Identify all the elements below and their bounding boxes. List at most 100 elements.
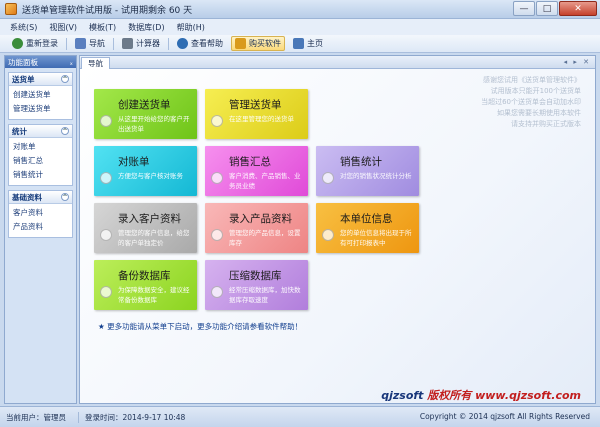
home-button[interactable]: 主页 xyxy=(289,36,327,51)
sidebar-item-customers[interactable]: 客户资料 xyxy=(13,206,68,220)
tile-desc: 从这里开始给您的客户开出送货单 xyxy=(118,115,190,133)
minimize-button[interactable]: — xyxy=(513,1,535,16)
trial-hint-line: 请支持并购买正式版本 xyxy=(511,120,581,128)
tile-title: 对账单 xyxy=(118,156,150,168)
tile-desc: 您的单位信息将出现于所有可打印报表中 xyxy=(340,229,412,247)
toolbar-separator xyxy=(66,37,67,50)
menu-database[interactable]: 数据库(D) xyxy=(128,22,164,33)
tile-backup-db[interactable]: 备份数据库 为保障数据安全，建议经常备份数据库 xyxy=(94,260,197,310)
group-delivery: 送货单 ^ 创建送货单 管理送货单 xyxy=(8,72,73,120)
toolbar-separator xyxy=(168,37,169,50)
relogin-button[interactable]: 重新登录 xyxy=(8,36,62,51)
group-basic-data-title: 基础资料 xyxy=(12,192,42,202)
menu-help[interactable]: 帮助(H) xyxy=(177,22,205,33)
window-title: 送货单管理软件试用版 - 试用期剩余 60 天 xyxy=(22,5,193,16)
tile-desc: 对您的销售状况统计分析 xyxy=(340,172,412,180)
trial-hint-line: 如果您需要长期使用本软件 xyxy=(497,109,581,117)
login-time: 登录时间：2014-9-17 10:48 xyxy=(78,411,218,423)
collapse-icon[interactable]: ^ xyxy=(61,75,69,83)
tile-desc: 在这里管理您的送货单 xyxy=(229,115,294,123)
maximize-button[interactable]: □ xyxy=(536,1,558,16)
group-delivery-header[interactable]: 送货单 ^ xyxy=(9,73,72,86)
tab-navigation[interactable]: 导航 xyxy=(81,57,110,69)
collapse-icon[interactable]: ^ xyxy=(61,193,69,201)
tile-desc: 管理您的产品信息，设置库存 xyxy=(229,229,301,247)
chart-icon xyxy=(322,172,334,184)
brand-watermark: qjzsoft 版权所有 www.qjzsoft.com xyxy=(381,387,581,403)
function-panel-header: 功能面板 ₓ xyxy=(5,56,76,68)
document-icon xyxy=(211,115,223,127)
group-statistics: 统计 ^ 对账单 销售汇总 销售统计 xyxy=(8,124,73,186)
menu-system[interactable]: 系统(S) xyxy=(10,22,37,33)
function-panel: 功能面板 ₓ 送货单 ^ 创建送货单 管理送货单 统计 ^ 对账单 销售汇总 销… xyxy=(4,55,77,404)
tab-scroll-icons[interactable]: ◂ ▸ ✕ xyxy=(564,58,591,66)
tile-product-data[interactable]: 录入产品资料 管理您的产品信息，设置库存 xyxy=(205,203,308,253)
tile-customer-data[interactable]: 录入客户资料 管理您的客户信息，给您的客户单独定价 xyxy=(94,203,197,253)
chart-icon xyxy=(211,172,223,184)
tile-desc: 为保障数据安全，建议经常备份数据库 xyxy=(118,286,190,304)
nav-label: 导航 xyxy=(89,39,105,48)
status-bar: 当前用户：管理员 登录时间：2014-9-17 10:48 Copyright … xyxy=(0,406,600,427)
copyright: Copyright © 2014 qjzsoft All Rights Rese… xyxy=(419,412,590,421)
group-statistics-header[interactable]: 统计 ^ xyxy=(9,125,72,138)
close-button[interactable]: ✕ xyxy=(559,1,597,16)
toolbar-separator xyxy=(113,37,114,50)
help-label: 查看帮助 xyxy=(191,39,223,48)
menu-bar: 系统(S) 视图(V) 模板(T) 数据库(D) 帮助(H) xyxy=(0,19,600,35)
tile-title: 压缩数据库 xyxy=(229,270,282,282)
group-basic-data-header[interactable]: 基础资料 ^ xyxy=(9,191,72,204)
pin-icon[interactable]: ₓ xyxy=(70,58,73,67)
tile-desc: 经常压缩数据库，加快数据库存取速度 xyxy=(229,286,301,304)
calculator-icon xyxy=(122,38,133,49)
tile-desc: 管理您的客户信息，给您的客户单独定价 xyxy=(118,229,190,247)
help-button[interactable]: 查看帮助 xyxy=(173,36,227,51)
backup-icon xyxy=(100,286,112,298)
window-controls: — □ ✕ xyxy=(513,1,597,16)
tile-desc: 方便您与客户核对账务 xyxy=(118,172,183,180)
menu-view[interactable]: 视图(V) xyxy=(49,22,77,33)
trial-hint-line: 试用版本只能开100个送货单 xyxy=(490,87,581,95)
calculator-button[interactable]: 计算器 xyxy=(118,36,164,51)
tile-sales-summary[interactable]: 销售汇总 客户消费、产品销售、业务员业绩 xyxy=(205,146,308,196)
tile-manage-delivery[interactable]: 管理送货单 在这里管理您的送货单 xyxy=(205,89,308,139)
buy-button[interactable]: 购买软件 xyxy=(231,36,285,51)
more-features-note: ★ 更多功能请从菜单下启动，更多功能介绍请参看软件帮助！ xyxy=(98,322,303,331)
tile-title: 管理送货单 xyxy=(229,99,282,111)
tile-statement[interactable]: 对账单 方便您与客户核对账务 xyxy=(94,146,197,196)
trial-hint-line: 当超过60个送货单会自动加水印 xyxy=(481,98,581,106)
tile-title: 创建送货单 xyxy=(118,99,171,111)
nav-button[interactable]: 导航 xyxy=(71,36,109,51)
product-icon xyxy=(211,229,223,241)
toolbar: 重新登录 导航 计算器 查看帮助 购买软件 主页 xyxy=(0,35,600,53)
brand-text: 版权所有 www.qjzsoft.com xyxy=(423,389,581,402)
nav-icon xyxy=(75,38,86,49)
buy-icon xyxy=(235,38,246,49)
main-area: 导航 ◂ ▸ ✕ 感谢您试用《送货单管理软件》 试用版本只能开100个送货单 当… xyxy=(79,55,596,404)
tile-create-delivery[interactable]: 创建送货单 从这里开始给您的客户开出送货单 xyxy=(94,89,197,139)
menu-template[interactable]: 模板(T) xyxy=(89,22,116,33)
trial-hint: 感谢您试用《送货单管理软件》 试用版本只能开100个送货单 当超过60个送货单会… xyxy=(421,75,581,130)
app-icon xyxy=(5,3,17,15)
calculator-label: 计算器 xyxy=(136,39,160,48)
sidebar-item-statement[interactable]: 对账单 xyxy=(13,140,68,154)
collapse-icon[interactable]: ^ xyxy=(61,127,69,135)
sidebar-item-manage-delivery[interactable]: 管理送货单 xyxy=(13,102,68,116)
tile-company-info[interactable]: 本单位信息 您的单位信息将出现于所有可打印报表中 xyxy=(316,203,419,253)
sidebar-item-create-delivery[interactable]: 创建送货单 xyxy=(13,88,68,102)
sidebar-item-sales-stats[interactable]: 销售统计 xyxy=(13,168,68,182)
sidebar-item-sales-summary[interactable]: 销售汇总 xyxy=(13,154,68,168)
brand-name: qjzsoft xyxy=(381,389,424,402)
group-delivery-title: 送货单 xyxy=(12,74,35,84)
tile-sales-stats[interactable]: 销售统计 对您的销售状况统计分析 xyxy=(316,146,419,196)
help-icon xyxy=(177,38,188,49)
tile-compress-db[interactable]: 压缩数据库 经常压缩数据库，加快数据库存取速度 xyxy=(205,260,308,310)
relogin-icon xyxy=(12,38,23,49)
relogin-label: 重新登录 xyxy=(26,39,58,48)
tile-title: 录入客户资料 xyxy=(118,213,181,225)
building-icon xyxy=(322,229,334,241)
group-basic-data: 基础资料 ^ 客户资料 产品资料 xyxy=(8,190,73,238)
sidebar-item-products[interactable]: 产品资料 xyxy=(13,220,68,234)
trial-hint-line: 感谢您试用《送货单管理软件》 xyxy=(483,76,581,84)
buy-label: 购买软件 xyxy=(249,39,281,48)
statement-icon xyxy=(100,172,112,184)
